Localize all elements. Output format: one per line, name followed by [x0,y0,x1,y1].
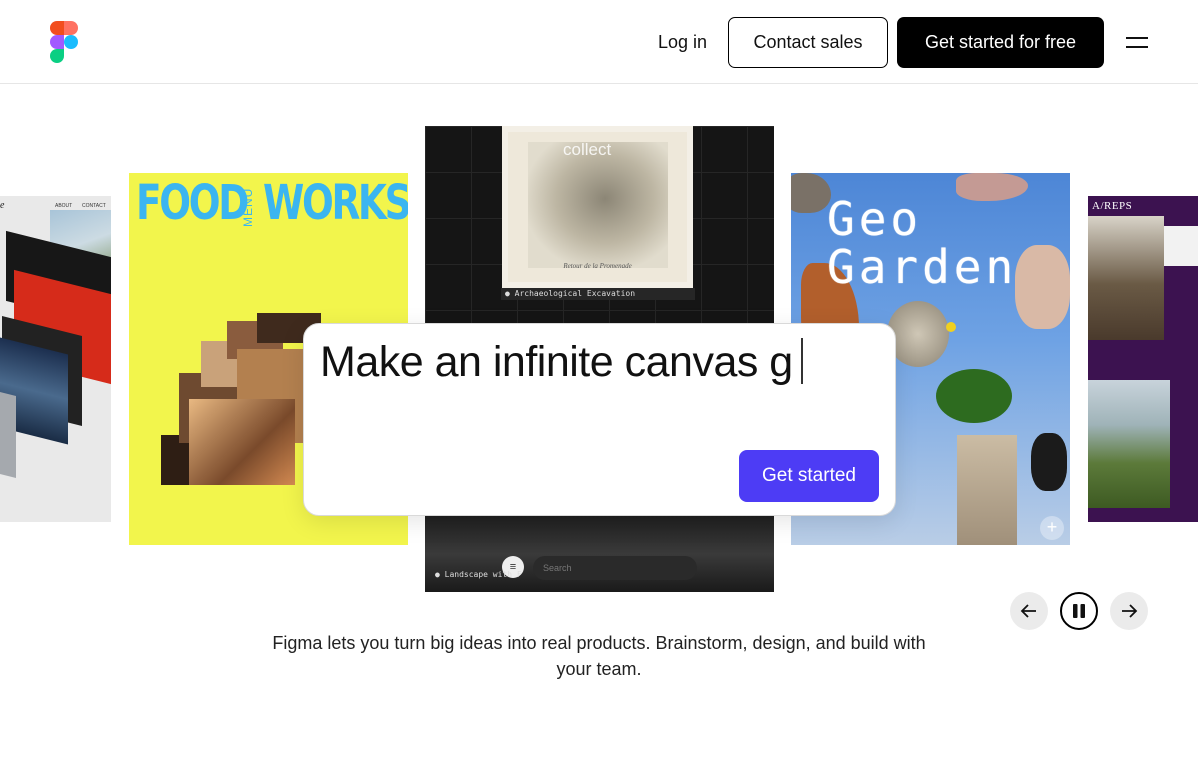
rock-image [791,173,831,213]
food-title-left: FOOD [136,175,249,231]
reps-photo-field [1088,380,1170,508]
card-search-input[interactable]: Search [533,556,697,580]
geo-title-line1: Geo [827,192,923,246]
excavation-label: ● Archaeological Excavation [501,288,695,300]
card-left-letter: e [0,200,5,211]
prompt-input[interactable]: Make an infinite canvas g [320,338,803,387]
landscape-label: ● Landscape with F [435,570,522,579]
prompt-input-text: Make an infinite canvas g [320,338,793,386]
tagline: Figma lets you turn big ideas into real … [272,633,926,679]
login-link[interactable]: Log in [642,26,723,58]
carousel-pause-button[interactable] [1060,592,1098,630]
plus-icon[interactable]: + [1040,516,1064,540]
engraving-drawing [528,142,668,268]
landscape-image [425,516,774,592]
engraving-caption: Retour de la Promenade [563,262,632,270]
geo-title-line2: Garden [827,240,1018,294]
moss-image [936,369,1012,423]
figma-logo-icon[interactable] [50,21,78,63]
carousel-prev-button[interactable] [1010,592,1048,630]
get-started-free-button[interactable]: Get started for free [897,17,1104,68]
showcase-card-left[interactable]: e ABOUT CONTACT [0,196,111,522]
arrow-left-icon [1020,604,1036,618]
carousel-next-button[interactable] [1110,592,1148,630]
collect-label: collect [563,140,612,159]
crystal-image [1015,245,1070,329]
top-nav: Log in Contact sales Get started for fre… [0,0,1198,84]
reps-photo-white [1164,226,1198,266]
pause-icon [1073,604,1085,618]
hamburger-icon[interactable] [1126,34,1148,50]
card-left-about: ABOUT [55,203,73,209]
food-menu-label: MENU [241,187,255,227]
yellow-dot [946,322,956,332]
geo-title: Geo Garden [827,195,1017,291]
card-left-panel-3 [0,392,16,478]
arrow-right-icon [1122,604,1138,618]
showcase-card-reps[interactable]: A/REPS [1088,196,1198,522]
reps-label: A/REPS [1092,200,1133,212]
get-started-button[interactable]: Get started [739,450,879,502]
text-caret [800,338,803,384]
food-photo-block [189,399,295,485]
stone-stack-image [957,435,1017,545]
prompt-box[interactable]: Make an infinite canvas g Get started [303,323,896,516]
contact-sales-button[interactable]: Contact sales [728,17,888,68]
rock-image [1031,433,1067,491]
reps-photo-horse [1088,216,1164,340]
card-left-contact: CONTACT [82,203,106,209]
rock-image [887,301,949,367]
food-title-right: WORKS [263,175,408,231]
